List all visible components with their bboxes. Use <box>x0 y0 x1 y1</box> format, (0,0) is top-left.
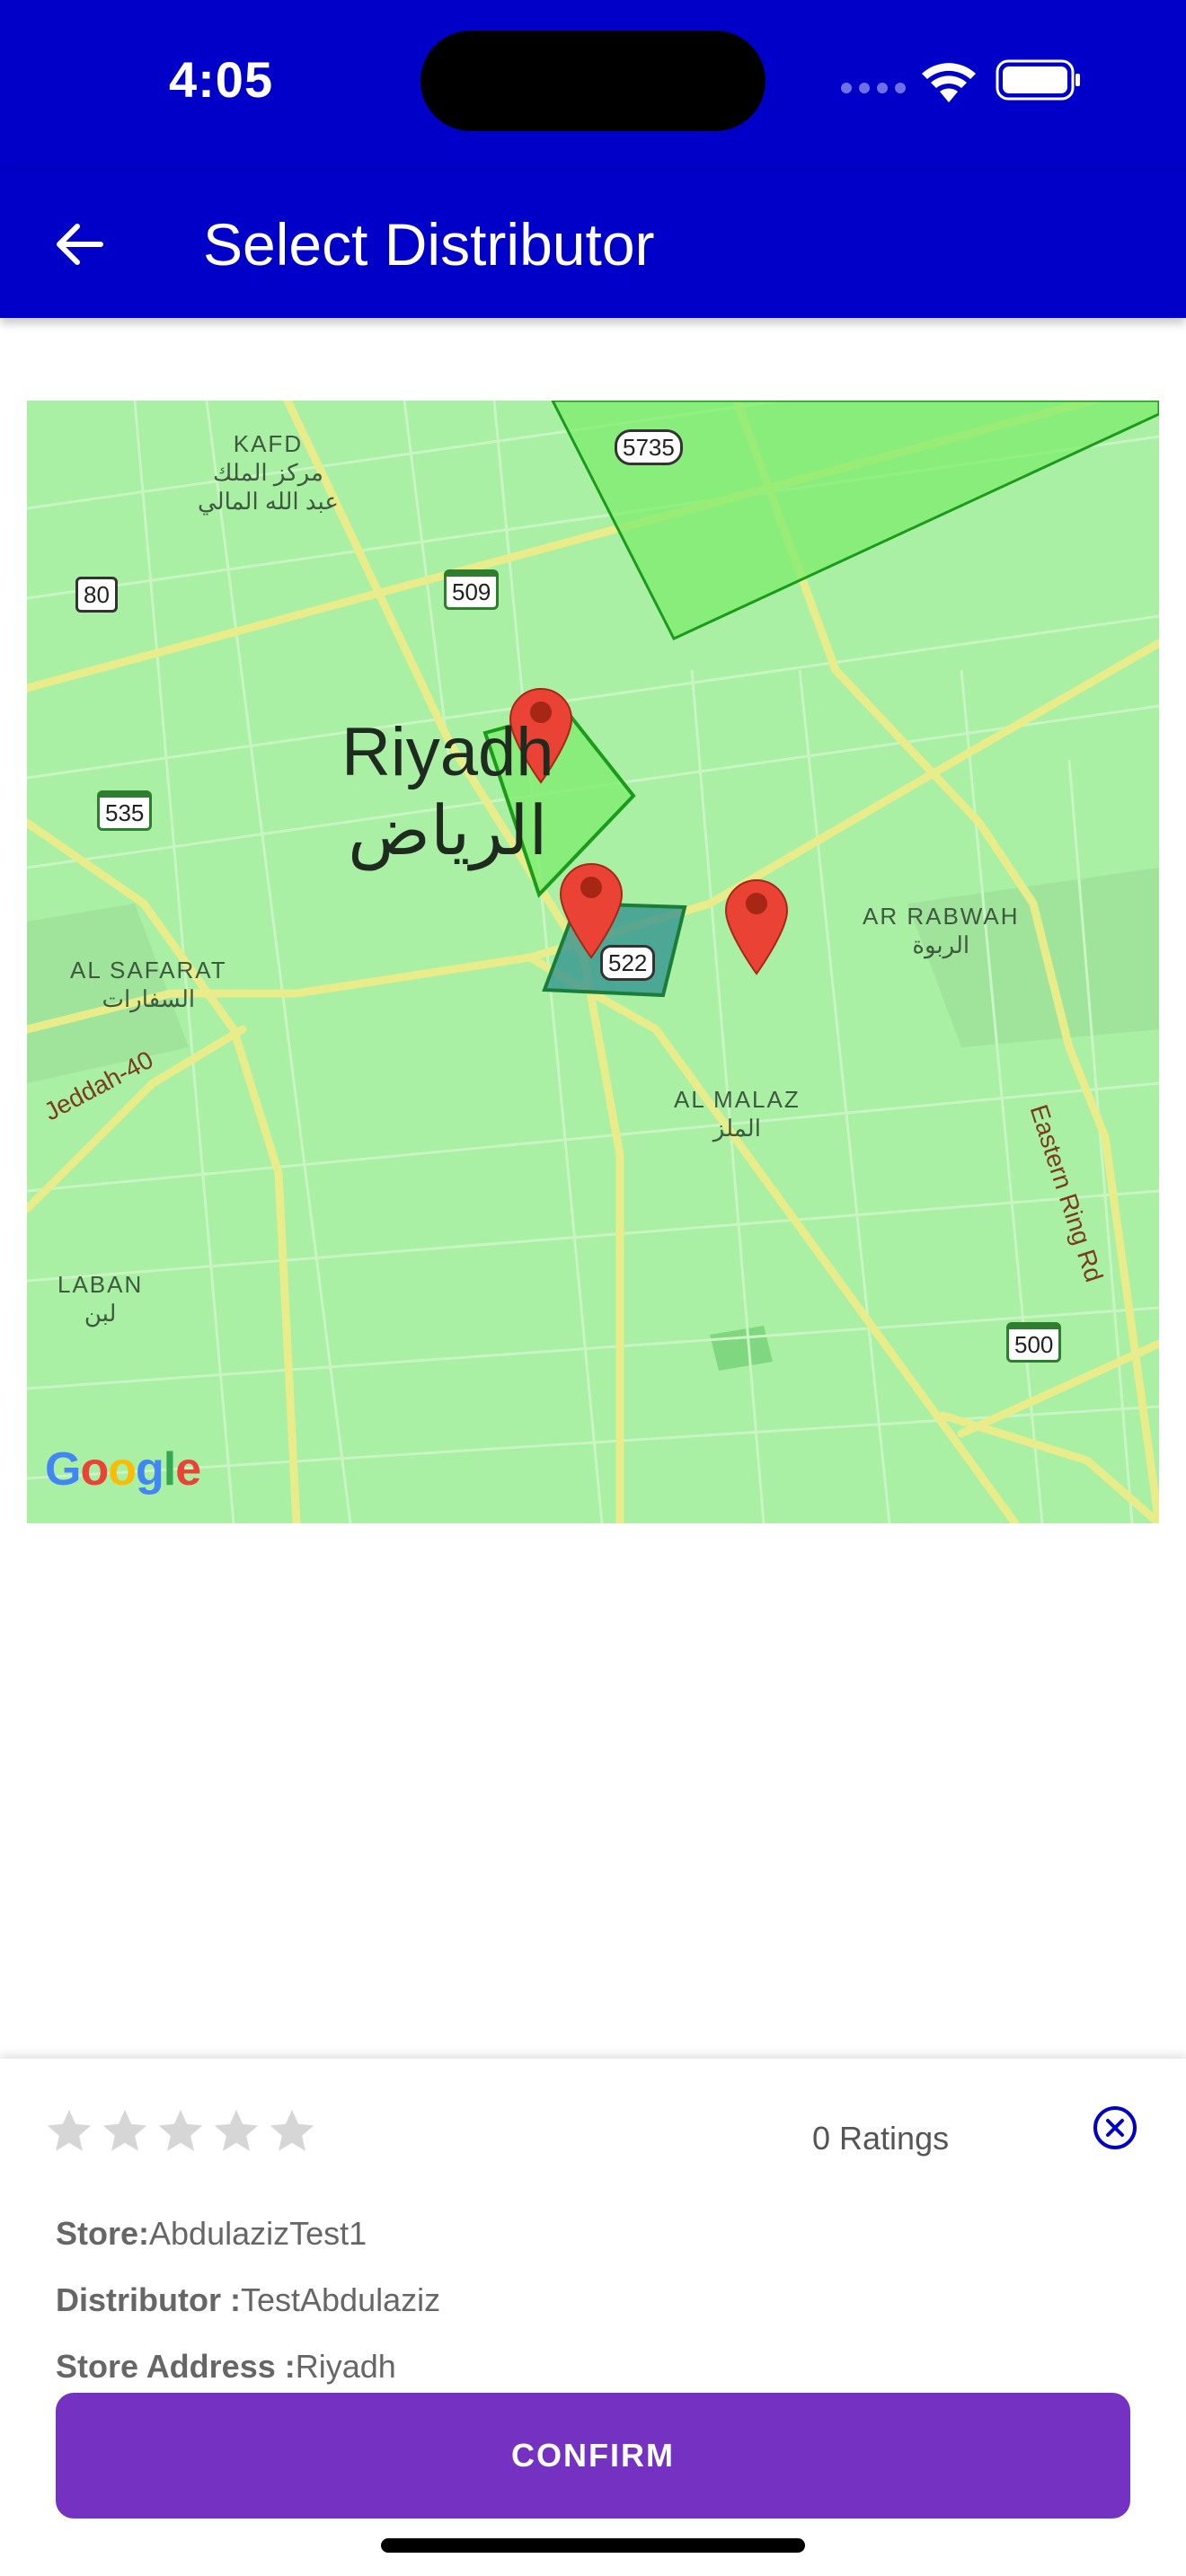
app-bar: Select Distributor <box>0 171 1186 318</box>
star-icon <box>270 2109 314 2151</box>
distributor-info: Distributor :TestAbdulaziz <box>56 2281 440 2319</box>
star-icon <box>102 2109 147 2151</box>
address-label: Store Address : <box>56 2348 296 2385</box>
district-label: KAFD مركز الملك عبد الله المالي <box>198 430 339 515</box>
map-view[interactable]: KAFD مركز الملك عبد الله المالي AR RABWA… <box>27 401 1159 1523</box>
home-indicator <box>381 2538 805 2553</box>
map-marker[interactable] <box>724 879 789 975</box>
route-shield: 522 <box>600 945 656 981</box>
back-button[interactable] <box>43 208 115 280</box>
route-shield: 509 <box>444 569 500 610</box>
battery-icon <box>996 59 1080 101</box>
cellular-signal-icon <box>841 83 906 95</box>
route-shield: 80 <box>75 577 118 613</box>
route-shield: 5735 <box>615 429 683 465</box>
confirm-button[interactable]: CONFIRM <box>56 2393 1130 2519</box>
close-circle-icon[interactable] <box>1091 2104 1139 2152</box>
rating-stars <box>43 2105 318 2157</box>
address-value: Riyadh <box>295 2348 396 2385</box>
store-value: AbdulazizTest1 <box>149 2215 367 2252</box>
page-title: Select Distributor <box>203 211 655 278</box>
star-icon <box>214 2109 259 2151</box>
district-label: LABAN لبن <box>58 1271 144 1327</box>
route-shield: 500 <box>1006 1322 1062 1363</box>
district-label: AL MALAZ الملز <box>674 1086 801 1142</box>
address-info: Store Address :Riyadh <box>56 2348 396 2386</box>
distributor-value: TestAbdulaziz <box>240 2281 441 2318</box>
star-icon <box>158 2109 203 2151</box>
route-shield: 535 <box>97 790 153 831</box>
ratings-count: 0 Ratings <box>812 2120 950 2157</box>
store-label: Store: <box>56 2215 150 2252</box>
star-icon <box>47 2109 92 2151</box>
store-info: Store:AbdulazizTest1 <box>56 2215 367 2253</box>
distributor-sheet: 0 Ratings Store:AbdulazizTest1 Distribut… <box>0 2059 1186 2576</box>
google-logo: Google <box>45 1443 201 1495</box>
district-label: AR RABWAH الربوة <box>863 903 1020 958</box>
arrow-left-icon <box>57 224 103 265</box>
dynamic-island <box>420 31 766 131</box>
city-label: Riyadh الرياض <box>341 714 554 869</box>
status-bar: 4:05 <box>0 0 1186 171</box>
status-time: 4:05 <box>169 51 274 108</box>
wifi-icon <box>922 63 976 102</box>
district-label: AL SAFARAT السفارات <box>70 957 227 1012</box>
distributor-label: Distributor : <box>56 2281 241 2318</box>
